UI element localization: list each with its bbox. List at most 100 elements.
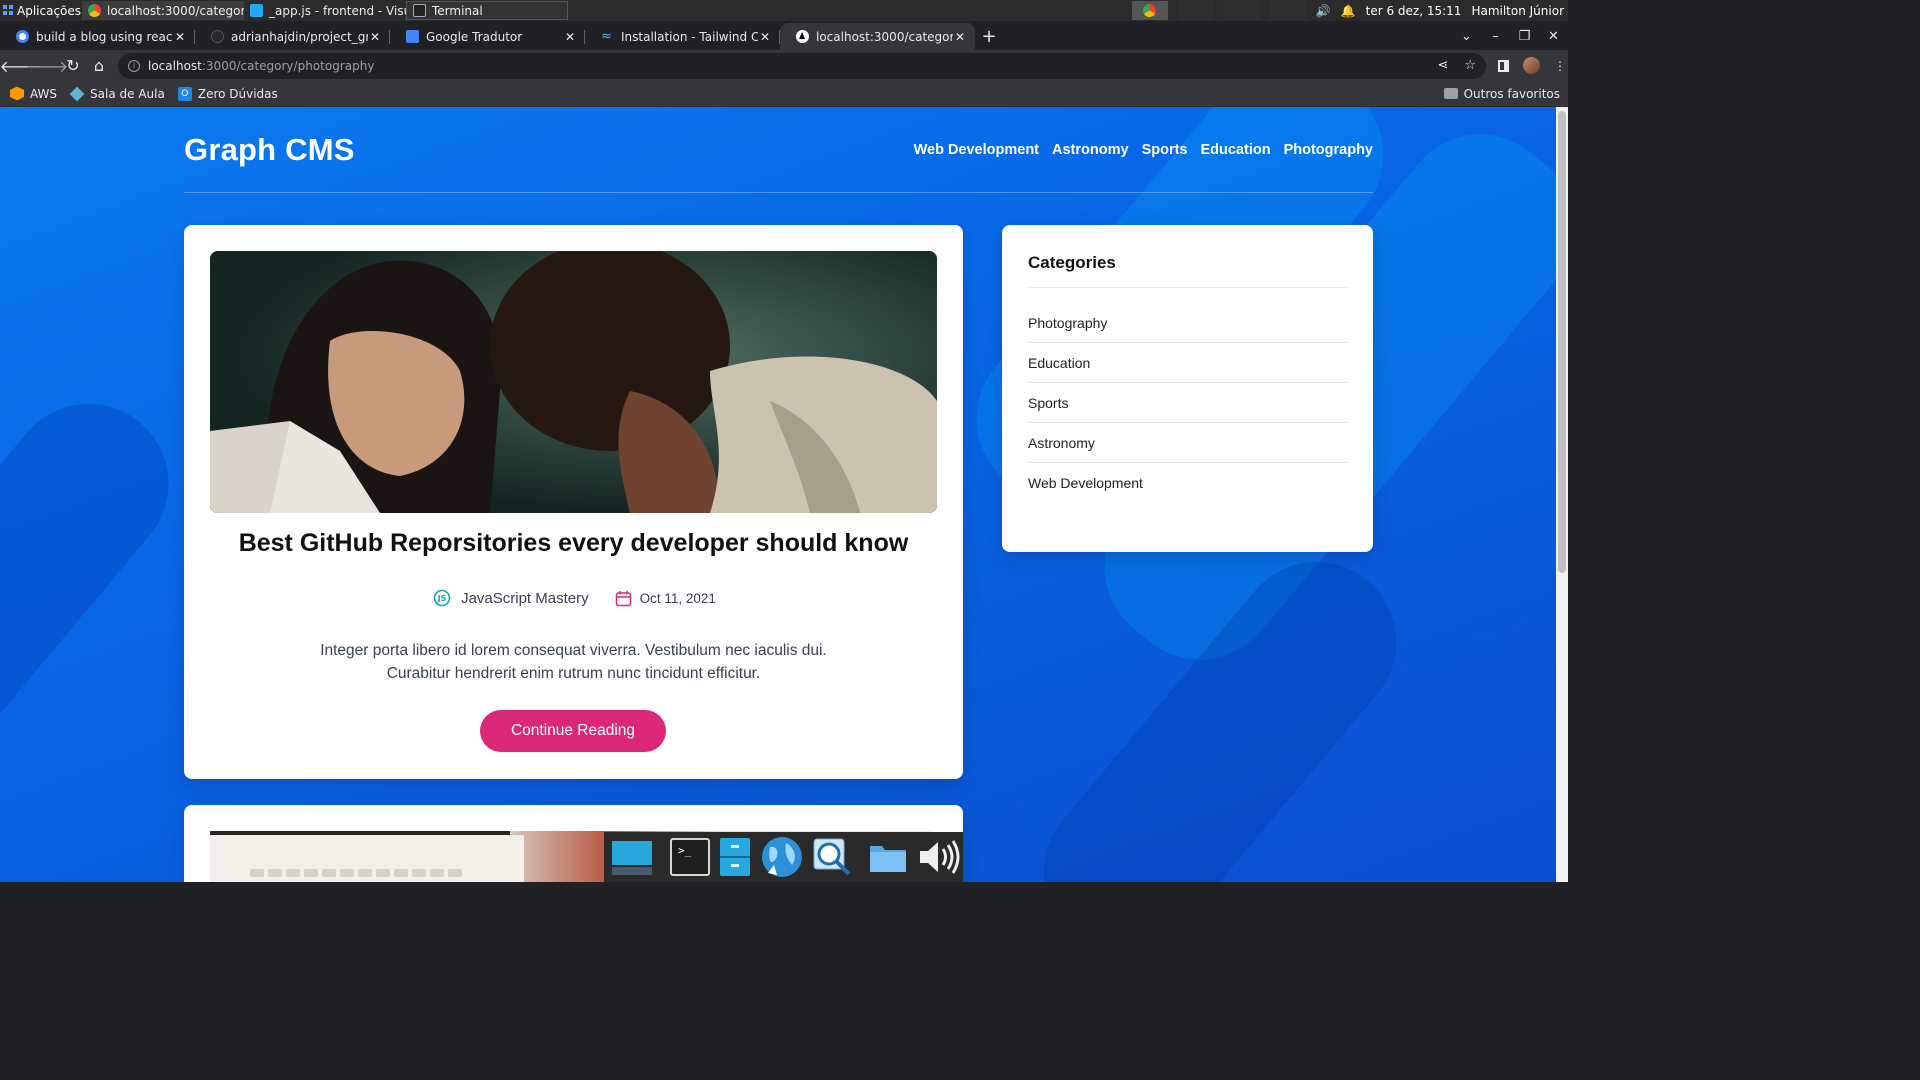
dock-web-browser[interactable] <box>760 835 804 879</box>
dock-file-cabinet[interactable] <box>718 835 752 879</box>
close-window-icon[interactable]: ✕ <box>1539 29 1568 44</box>
dock-search[interactable] <box>812 835 852 879</box>
post-excerpt-line: Curabitur hendrerit enim rutrum nunc tin… <box>386 665 761 682</box>
restore-icon[interactable]: ❐ <box>1510 29 1539 44</box>
nav-link-astronomy[interactable]: Astronomy <box>1052 142 1129 158</box>
home-button[interactable]: ⌂ <box>86 53 112 79</box>
url-host: localhost <box>148 58 202 73</box>
bookmark-label: AWS <box>30 86 58 101</box>
site-header: Graph CMS Web Development Astronomy Spor… <box>184 107 1373 193</box>
bookmark-sala-de-aula[interactable]: Sala de Aula <box>69 86 165 101</box>
close-tab-icon[interactable]: ✕ <box>368 30 382 44</box>
divider <box>1028 287 1347 288</box>
category-link-astronomy[interactable]: Astronomy <box>1028 423 1347 463</box>
new-tab-button[interactable]: + <box>975 23 1003 50</box>
close-tab-icon[interactable]: ✕ <box>173 30 187 44</box>
author-avatar-js-icon: JS <box>433 589 451 607</box>
bookmark-star-icon[interactable]: ☆ <box>1464 58 1476 73</box>
taskbar-item-terminal[interactable]: Terminal <box>406 1 568 20</box>
tab-title: localhost:3000/category/ph <box>816 29 953 44</box>
page-viewport: Graph CMS Web Development Astronomy Spor… <box>0 107 1556 882</box>
speaker-icon <box>920 840 960 874</box>
date-text: Oct 11, 2021 <box>639 590 716 606</box>
tray-slot <box>1269 1 1306 20</box>
close-tab-icon[interactable]: ✕ <box>758 30 772 44</box>
post-excerpt: Integer porta libero id lorem consequat … <box>284 639 863 685</box>
taskbar-item-vscode[interactable]: _app.js - frontend - Visu... <box>244 1 406 20</box>
notification-bell-icon[interactable]: 🔔 <box>1341 4 1356 18</box>
url-text[interactable]: localhost:3000/category/photography <box>148 59 1437 73</box>
svg-text:>_: >_ <box>678 844 692 857</box>
bookmark-aws[interactable]: AWS <box>10 86 58 101</box>
dock-show-desktop[interactable] <box>610 835 654 879</box>
aws-icon <box>10 86 24 101</box>
volume-icon[interactable]: 🔊 <box>1316 4 1331 18</box>
nav-link-education[interactable]: Education <box>1200 142 1270 158</box>
menu-kebab-icon[interactable]: ⋮ <box>1554 59 1566 73</box>
profile-avatar[interactable] <box>1523 57 1540 74</box>
scrollbar-thumb[interactable] <box>1558 111 1566 573</box>
taskbar-item-label: _app.js - frontend - Visu... <box>269 3 406 18</box>
dock-volume[interactable] <box>916 835 960 879</box>
author-name: JavaScript Mastery <box>461 589 589 607</box>
categories-widget: Categories Photography Education Sports … <box>1002 225 1373 552</box>
nav-link-photography[interactable]: Photography <box>1284 142 1373 158</box>
address-bar[interactable]: i localhost:3000/category/photography ⋖ … <box>118 52 1486 79</box>
vscode-icon <box>250 4 263 17</box>
terminal-icon: >_ <box>670 838 710 876</box>
desktop-icon <box>612 841 652 875</box>
applications-label: Aplicações <box>17 3 82 18</box>
page-scrollbar[interactable] <box>1556 107 1568 882</box>
globe-icon <box>762 837 802 877</box>
bookmark-label: Sala de Aula <box>90 86 165 101</box>
user-name[interactable]: Hamilton Júnior <box>1471 4 1564 18</box>
category-link-education[interactable]: Education <box>1028 343 1347 383</box>
reload-button[interactable]: ↻ <box>60 53 86 79</box>
nav-link-sports[interactable]: Sports <box>1142 142 1188 158</box>
tray-slot <box>1223 1 1260 20</box>
tray-chrome-indicator[interactable] <box>1131 1 1168 20</box>
share-icon[interactable]: ⋖ <box>1437 58 1448 73</box>
nav-link-web-development[interactable]: Web Development <box>914 142 1039 158</box>
chrome-icon <box>88 4 101 17</box>
dock-files[interactable] <box>868 835 908 879</box>
tab-title: adrianhajdin/project_graph <box>231 29 368 44</box>
browser-tab[interactable]: adrianhajdin/project_graph ✕ <box>195 23 390 50</box>
svg-text:JS: JS <box>437 594 447 603</box>
site-info-icon[interactable]: i <box>128 59 140 72</box>
category-nav: Web Development Astronomy Sports Educati… <box>914 142 1373 158</box>
bookmarks-bar: AWS Sala de Aula O Zero Dúvidas Outros f… <box>0 81 1568 107</box>
bookmark-zero-duvidas[interactable]: O Zero Dúvidas <box>177 86 278 101</box>
other-bookmarks-label: Outros favoritos <box>1463 86 1560 101</box>
close-tab-icon[interactable]: ✕ <box>563 30 577 44</box>
tab-title: Google Tradutor <box>426 29 523 44</box>
other-bookmarks-folder[interactable]: Outros favoritos <box>1443 86 1560 101</box>
chrome-icon <box>1143 4 1157 17</box>
browser-tab-active[interactable]: localhost:3000/category/ph ✕ <box>780 23 975 50</box>
browser-tab[interactable]: Google Tradutor ✕ <box>390 23 585 50</box>
clock[interactable]: ter 6 dez, 15:11 <box>1366 4 1462 18</box>
folder-icon <box>870 846 906 872</box>
tab-title: Installation - Tailwind CSS <box>621 29 758 44</box>
browser-tab[interactable]: ≈ Installation - Tailwind CSS ✕ <box>585 23 780 50</box>
category-link-sports[interactable]: Sports <box>1028 383 1347 423</box>
side-panel-icon[interactable] <box>1498 59 1509 72</box>
tab-search-icon[interactable]: ⌄ <box>1452 29 1481 44</box>
minimize-icon[interactable]: – <box>1481 29 1510 44</box>
close-tab-icon[interactable]: ✕ <box>953 30 967 44</box>
classroom-icon <box>69 86 85 101</box>
tray-slot <box>1177 1 1214 20</box>
post-card: Best GitHub Reporsitories every develope… <box>184 225 963 779</box>
category-link-web-development[interactable]: Web Development <box>1028 463 1347 503</box>
applications-menu[interactable]: Aplicações <box>0 4 82 18</box>
forward-button[interactable]: 🡒 <box>26 53 69 79</box>
post-image-illustration <box>210 251 937 513</box>
zero-duvidas-icon: O <box>177 86 192 101</box>
category-link-photography[interactable]: Photography <box>1028 303 1347 343</box>
site-brand-link[interactable]: Graph CMS <box>184 132 355 168</box>
taskbar-item-chrome[interactable]: localhost:3000/category... <box>82 1 244 20</box>
dock-terminal[interactable]: >_ <box>670 835 710 879</box>
browser-tab[interactable]: build a blog using react - P ✕ <box>0 23 195 50</box>
continue-reading-button[interactable]: Continue Reading <box>480 710 666 752</box>
post-title-link[interactable]: Best GitHub Reporsitories every develope… <box>184 529 963 558</box>
